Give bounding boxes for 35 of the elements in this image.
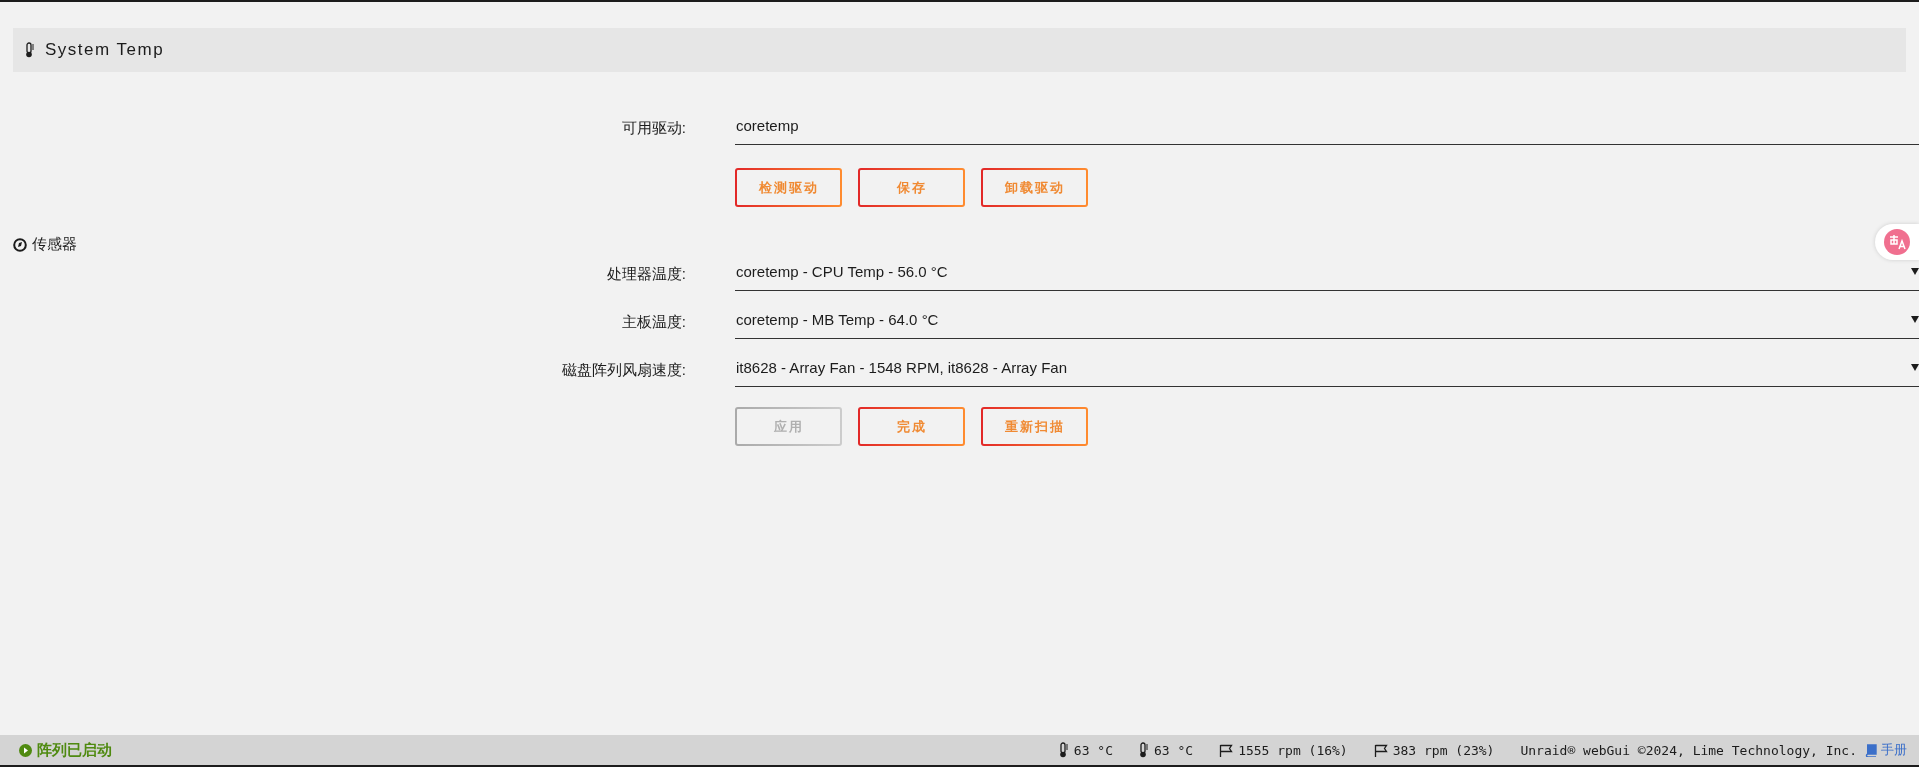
field-label: 可用驱动: — [620, 118, 686, 138]
sensor-reading: 63 °C — [1154, 742, 1194, 758]
manual-link[interactable]: 手册 — [1881, 741, 1907, 759]
translate-icon — [1884, 229, 1910, 255]
action-button[interactable]: 卸载驱动 — [981, 168, 1088, 207]
action-button[interactable]: 保存 — [858, 168, 965, 207]
flag-icon — [1373, 743, 1388, 757]
sensor-reading: 383 rpm (23%) — [1392, 742, 1495, 758]
action-button[interactable]: 重新扫描 — [981, 407, 1088, 446]
thermometer-icon — [25, 42, 35, 58]
thermometer-icon — [1139, 742, 1149, 758]
translate-button[interactable] — [1875, 224, 1919, 260]
field-label: 主板温度: — [620, 312, 686, 332]
input-field[interactable]: coretemp — [735, 117, 1919, 145]
compass-icon — [13, 237, 27, 252]
section-title: 传感器 — [32, 235, 77, 254]
field-label: 磁盘阵列风扇速度: — [560, 360, 686, 380]
thermometer-icon — [1058, 742, 1069, 758]
copyright-text: Unraid® webGui ©2024, Lime Technology, Inc. — [1520, 742, 1857, 758]
flag-icon — [1219, 743, 1234, 757]
dropdown-field[interactable]: coretemp - CPU Temp - 56.0 °C — [735, 263, 1919, 291]
sensor-reading: 1555 rpm (16%) — [1238, 742, 1348, 758]
array-status: 阵列已启动 — [37, 740, 112, 760]
dropdown-field[interactable]: coretemp - MB Temp - 64.0 °C — [735, 311, 1919, 339]
caret-icon — [1911, 268, 1919, 275]
book-icon — [1865, 743, 1877, 757]
action-button[interactable]: 完成 — [858, 407, 965, 446]
dropdown-field[interactable]: it8628 - Array Fan - 1548 RPM, it8628 - Array Fan — [735, 359, 1919, 387]
action-button[interactable]: 检测驱动 — [735, 168, 842, 207]
caret-icon — [1911, 364, 1919, 371]
sensor-reading: 63 °C — [1073, 742, 1113, 758]
page-title: System Temp — [45, 40, 165, 60]
caret-icon — [1911, 316, 1919, 323]
field-label: 处理器温度: — [605, 264, 686, 284]
play-icon — [19, 743, 32, 757]
